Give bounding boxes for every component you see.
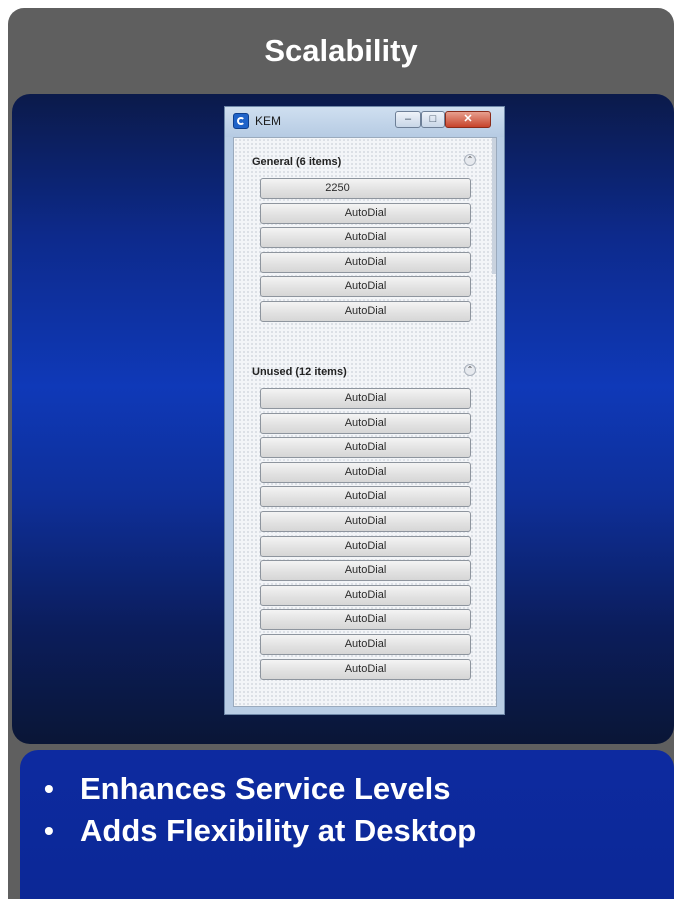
group-label: General (6 items) [252,156,342,168]
item-button[interactable]: AutoDial [260,658,471,680]
item-button[interactable]: AutoDial [260,227,471,249]
bullet-panel: • Enhances Service Levels • Adds Flexibili… [20,750,674,899]
item-label: AutoDial [344,280,387,293]
group-general: General (6 items) ⌃ 2250 AutoDial AutoDi… [234,150,496,322]
item-label: AutoDial [344,564,387,577]
item-label: AutoDial [344,662,387,675]
item-label: AutoDial [344,392,387,404]
item-label: AutoDial [344,441,387,454]
close-icon: ✕ [463,113,473,125]
minimize-icon: – [404,113,412,125]
item-label: AutoDial [344,304,387,317]
bullet-item: • Enhances Service Levels [40,768,476,810]
item-label: AutoDial [344,465,387,478]
group-items: AutoDial AutoDial AutoDial AutoDial Auto… [260,388,471,683]
item-button[interactable]: AutoDial [260,633,471,655]
group-unused: Unused (12 items) ⌃ AutoDial AutoDial Au… [234,360,496,680]
item-label: AutoDial [344,514,387,527]
item-button[interactable]: AutoDial [260,437,471,459]
bullet-text: Enhances Service Levels [80,771,451,806]
item-button[interactable]: AutoDial [260,535,471,557]
item-label: AutoDial [344,613,387,626]
item-button[interactable]: AutoDial [260,202,471,224]
group-items: 2250 AutoDial AutoDial AutoDial AutoDial… [260,178,471,326]
bullet-list: • Enhances Service Levels • Adds Flexibili… [40,768,476,852]
collapse-icon[interactable]: ⌃ [464,154,476,166]
item-label: AutoDial [344,206,387,219]
item-button[interactable]: AutoDial [260,510,471,532]
item-button[interactable]: AutoDial [260,461,471,483]
group-header[interactable]: Unused (12 items) ⌃ [234,360,496,388]
item-button[interactable]: AutoDial [260,300,471,322]
bullet-icon: • [44,773,54,804]
item-label: AutoDial [344,539,387,552]
item-label: AutoDial [344,490,387,503]
item-button[interactable]: AutoDial [260,584,471,606]
window-titlebar[interactable]: KEM – □ ✕ [225,107,504,137]
item-button[interactable]: AutoDial [260,276,471,298]
item-label: 2250 [325,182,350,194]
close-button[interactable]: ✕ [445,111,491,128]
item-button[interactable]: AutoDial [260,388,471,409]
maximize-icon: □ [429,113,437,125]
window-title: KEM [255,114,282,128]
item-button[interactable]: AutoDial [260,560,471,582]
maximize-button[interactable]: □ [421,111,445,128]
item-button[interactable]: AutoDial [260,486,471,508]
item-label: AutoDial [344,588,387,601]
item-label: AutoDial [344,231,387,244]
item-label: AutoDial [344,637,387,650]
group-header[interactable]: General (6 items) ⌃ [234,150,496,178]
bullet-item: • Adds Flexibility at Desktop [40,810,476,852]
item-label: AutoDial [344,255,387,268]
bullet-text: Adds Flexibility at Desktop [80,813,477,848]
bullet-icon: • [44,815,54,846]
item-button[interactable]: 2250 [260,178,471,199]
collapse-icon[interactable]: ⌃ [464,364,476,376]
item-button[interactable]: AutoDial [260,412,471,434]
kem-window: KEM – □ ✕ General (6 items) ⌃ 2250 AutoD… [224,106,505,715]
kem-app-icon [233,113,249,129]
item-button[interactable]: AutoDial [260,609,471,631]
window-client-area: General (6 items) ⌃ 2250 AutoDial AutoDi… [233,137,497,707]
item-button[interactable]: AutoDial [260,251,471,273]
group-label: Unused (12 items) [252,366,347,378]
item-label: AutoDial [344,416,387,429]
minimize-button[interactable]: – [395,111,421,128]
slide-title: Scalability [264,33,418,68]
